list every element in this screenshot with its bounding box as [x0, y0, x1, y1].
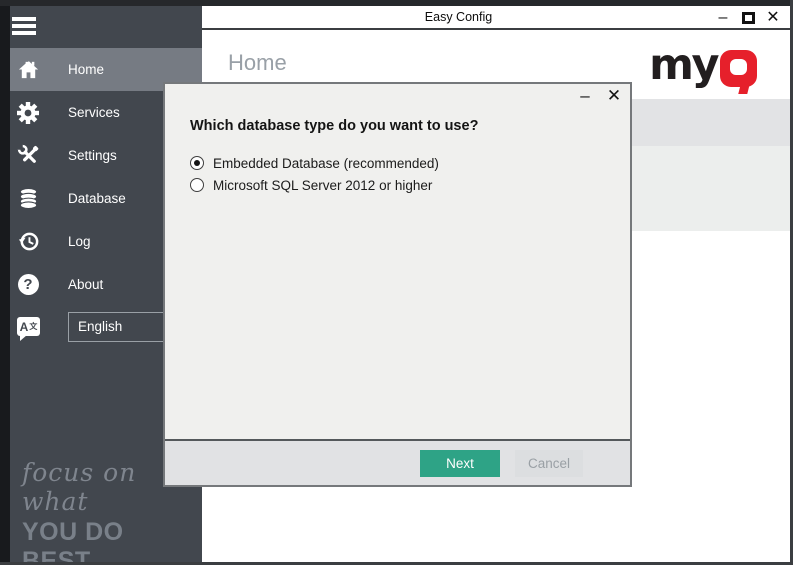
radio-label: Embedded Database (recommended) — [213, 156, 439, 171]
myq-logo: my — [649, 46, 757, 94]
page-title: Home — [228, 50, 287, 76]
window-top-border — [0, 0, 793, 6]
window-title: Easy Config — [202, 10, 715, 24]
radio-button-unselected[interactable] — [190, 178, 204, 192]
history-clock-icon — [16, 230, 40, 254]
tagline-line2: YOU DO BEST — [22, 518, 192, 565]
database-icon — [16, 187, 40, 211]
close-button[interactable]: ✕ — [764, 9, 782, 27]
sidebar-edge-strip — [0, 6, 10, 565]
easy-config-window: Home Services — [0, 0, 793, 565]
radio-button-selected[interactable] — [190, 156, 204, 170]
dialog-close-button[interactable]: ✕ — [604, 85, 624, 105]
logo-text-my: my — [649, 46, 717, 84]
dialog-minimize-button[interactable]: – — [575, 85, 595, 105]
titlebar: Easy Config – ✕ — [202, 6, 790, 30]
minimize-button[interactable]: – — [714, 9, 732, 27]
language-value: English — [78, 319, 122, 334]
maximize-button[interactable] — [739, 9, 757, 27]
home-icon — [16, 58, 40, 82]
next-button[interactable]: Next — [420, 450, 500, 477]
question-mark-icon: ? — [16, 273, 40, 297]
gear-icon — [16, 101, 40, 125]
cancel-button[interactable]: Cancel — [515, 450, 583, 477]
database-type-dialog: – ✕ Which database type do you want to u… — [163, 82, 632, 487]
tools-icon — [16, 144, 40, 168]
sidebar-item-label: Services — [68, 105, 120, 120]
sidebar-item-label: Home — [68, 62, 104, 77]
sidebar-item-label: Log — [68, 234, 91, 249]
sidebar-item-label: Settings — [68, 148, 117, 163]
sidebar-item-label: Database — [68, 191, 126, 206]
logo-q-mark — [720, 50, 757, 87]
radio-option-embedded[interactable]: Embedded Database (recommended) — [190, 152, 439, 174]
translate-icon: A文 — [16, 315, 40, 339]
dialog-footer: Next Cancel — [165, 439, 630, 485]
dialog-question: Which database type do you want to use? — [190, 118, 478, 134]
radio-option-mssql[interactable]: Microsoft SQL Server 2012 or higher — [190, 174, 432, 196]
radio-label: Microsoft SQL Server 2012 or higher — [213, 178, 432, 193]
sidebar-item-label: About — [68, 277, 103, 292]
hamburger-menu-icon[interactable] — [12, 17, 36, 35]
